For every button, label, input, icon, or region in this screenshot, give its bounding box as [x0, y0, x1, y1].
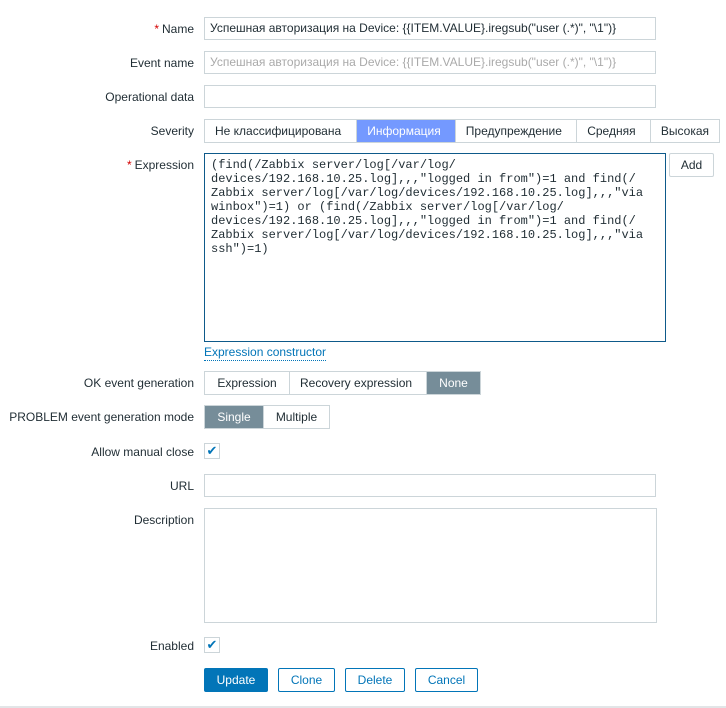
severity-label: Severity: [150, 124, 194, 138]
ok-event-recovery-expression[interactable]: Recovery expression: [290, 372, 427, 394]
problem-mode-selector: Single Multiple: [204, 405, 330, 429]
ok-event-selector: Expression Recovery expression None: [204, 371, 481, 395]
name-input[interactable]: Успешная авторизация на Device: {{ITEM.V…: [204, 17, 656, 40]
description-label: Description: [133, 513, 194, 527]
enabled-label: Enabled: [149, 639, 194, 653]
problem-mode-single[interactable]: Single: [205, 406, 264, 428]
severity-information[interactable]: Информация: [357, 120, 456, 142]
expression-textarea[interactable]: (find(/Zabbix server/log[/var/log/ devic…: [204, 153, 666, 342]
cancel-button[interactable]: Cancel: [415, 668, 478, 692]
expression-constructor-link[interactable]: Expression constructor: [204, 345, 327, 361]
allow-manual-close-checkbox[interactable]: ✔: [204, 443, 220, 459]
clone-button[interactable]: Clone: [278, 668, 335, 692]
severity-average[interactable]: Средняя: [577, 120, 651, 142]
operational-data-label: Operational data: [105, 90, 194, 104]
event-name-input[interactable]: Успешная авторизация на Device: {{ITEM.V…: [204, 51, 656, 74]
severity-not-classified[interactable]: Не классифицирована: [205, 120, 358, 142]
problem-mode-label: PROBLEM event generation mode: [9, 410, 194, 424]
name-label-text: Name: [161, 22, 194, 36]
checkmark-icon: ✔: [206, 443, 218, 458]
operational-data-input[interactable]: [204, 85, 656, 108]
checkmark-icon: ✔: [206, 637, 218, 652]
severity-warning[interactable]: Предупреждение: [456, 120, 578, 142]
expression-label: * Expression: [126, 158, 194, 172]
problem-mode-multiple[interactable]: Multiple: [264, 406, 329, 428]
url-input[interactable]: [204, 474, 656, 497]
allow-manual-close-label: Allow manual close: [91, 445, 194, 459]
update-button[interactable]: Update: [204, 668, 268, 692]
severity-selector: Не классифицирована Информация Предупреж…: [204, 119, 720, 143]
description-textarea[interactable]: [204, 508, 657, 623]
ok-event-expression[interactable]: Expression: [205, 372, 290, 394]
add-button[interactable]: Add: [669, 153, 714, 177]
url-label: URL: [169, 479, 194, 493]
event-name-label: Event name: [129, 56, 194, 70]
severity-high[interactable]: Высокая: [651, 120, 719, 142]
expression-label-text: Expression: [134, 158, 194, 172]
delete-button[interactable]: Delete: [345, 668, 405, 692]
name-label: * Name: [154, 22, 194, 36]
ok-event-label: OK event generation: [83, 376, 194, 390]
ok-event-none[interactable]: None: [427, 372, 480, 394]
enabled-checkbox[interactable]: ✔: [204, 637, 220, 653]
